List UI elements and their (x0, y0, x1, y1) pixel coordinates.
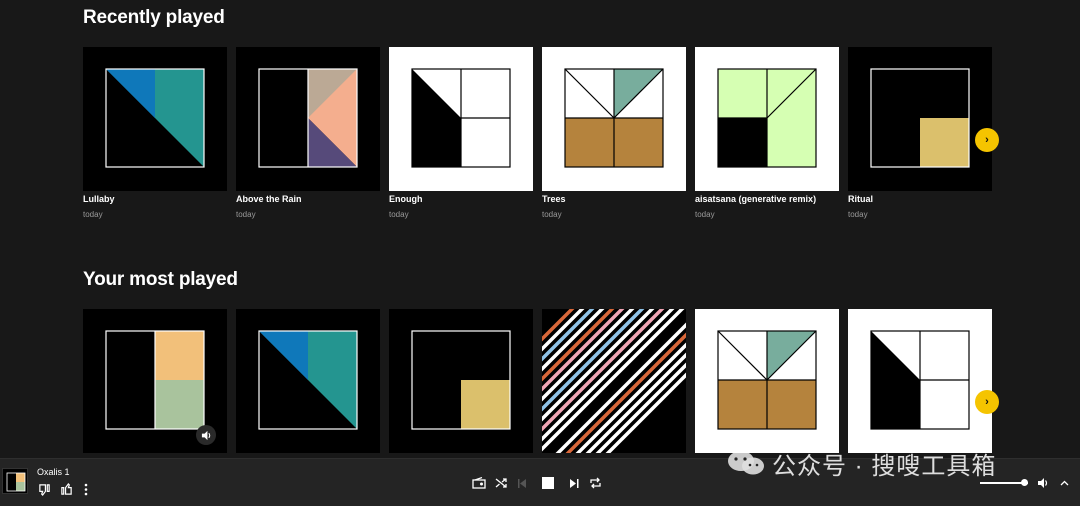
watermark-text: 公众号 · 搜嗖工具箱 (772, 452, 997, 480)
album-title[interactable]: aisatsana (generative remix) (695, 194, 816, 204)
album-card-enough[interactable] (848, 309, 992, 453)
carousel-next-button[interactable]: › (975, 128, 999, 152)
watermark: 公众号 · 搜嗖工具箱 (726, 448, 997, 480)
album-art (695, 47, 839, 191)
more-icon (84, 483, 88, 495)
previous-icon (517, 478, 526, 488)
album-art (236, 47, 380, 191)
expand-icon (1060, 480, 1068, 486)
volume-icon (201, 430, 210, 440)
thumb-down-icon (38, 483, 50, 496)
stop-button[interactable] (540, 475, 556, 491)
now-playing-title[interactable]: Oxalis 1 (37, 467, 70, 477)
album-art (695, 309, 839, 453)
carousel-next-button[interactable]: › (975, 390, 999, 414)
thumb-up-icon (60, 482, 72, 495)
album-subtitle: today (389, 210, 409, 219)
album-art (542, 47, 686, 191)
radio-icon (472, 477, 486, 489)
album-subtitle: today (695, 210, 715, 219)
album-title[interactable]: Ritual (848, 194, 873, 204)
album-title[interactable]: Above the Rain (236, 194, 302, 204)
album-card-lullaby[interactable] (83, 47, 227, 191)
volume-slider-handle[interactable] (1020, 479, 1028, 486)
album-card-trees[interactable] (542, 47, 686, 191)
repeat-icon (589, 477, 601, 489)
next-chevron-icon: › (985, 395, 989, 408)
album-card-above-the-rain[interactable] (236, 47, 380, 191)
album-card-enough[interactable] (389, 47, 533, 191)
shuffle-icon (495, 478, 507, 488)
album-card-ritual[interactable] (389, 309, 533, 453)
now-playing-thumbnail[interactable] (2, 468, 28, 494)
album-card-ritual[interactable] (848, 47, 992, 191)
album-art (389, 309, 533, 453)
volume-icon (1038, 478, 1048, 488)
album-art (848, 309, 992, 453)
album-card-stripes[interactable] (542, 309, 686, 453)
next-chevron-icon: › (985, 133, 989, 146)
thumb-down-button[interactable] (36, 481, 52, 497)
expand-player-button[interactable] (1057, 475, 1071, 491)
next-track-icon (569, 478, 578, 488)
album-subtitle: today (542, 210, 562, 219)
album-title[interactable]: Lullaby (83, 194, 115, 204)
album-title[interactable]: Enough (389, 194, 423, 204)
repeat-button[interactable] (587, 475, 603, 491)
album-card-lullaby[interactable] (236, 309, 380, 453)
album-title[interactable]: Trees (542, 194, 566, 204)
album-art (236, 309, 380, 453)
album-art (3, 469, 27, 493)
radio-button[interactable] (471, 475, 487, 491)
album-art (542, 309, 686, 453)
stop-icon (542, 477, 554, 489)
more-options-button[interactable] (80, 481, 92, 497)
previous-button[interactable] (514, 475, 530, 491)
section-title-most-played: Your most played (83, 269, 238, 290)
album-art (83, 47, 227, 191)
album-art (389, 47, 533, 191)
album-card-trees[interactable] (695, 309, 839, 453)
volume-button[interactable] (1035, 475, 1051, 491)
album-art (848, 47, 992, 191)
section-title-recently-played: Recently played (83, 7, 225, 28)
now-playing-badge[interactable] (196, 425, 216, 445)
album-subtitle: today (83, 210, 103, 219)
next-track-button[interactable] (566, 475, 582, 491)
album-subtitle: today (236, 210, 256, 219)
album-subtitle: today (848, 210, 868, 219)
wechat-icon (728, 451, 764, 475)
album-card-aisatsana[interactable] (695, 47, 839, 191)
shuffle-button[interactable] (493, 475, 509, 491)
thumb-up-button[interactable] (58, 481, 74, 497)
